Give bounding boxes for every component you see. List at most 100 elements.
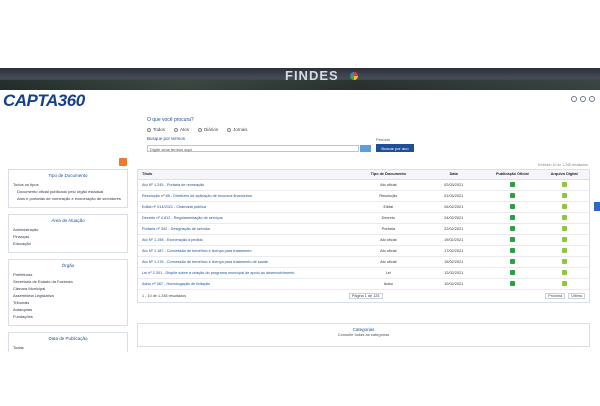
- download-icon[interactable]: [561, 215, 567, 220]
- row-title[interactable]: Lei nº 2.301 - Dispõe sobre a criação do…: [138, 267, 355, 279]
- row-title[interactable]: Resolução nº 88 - Diretrizes de aplicaçã…: [138, 190, 355, 202]
- option-journals[interactable]: Diários: [198, 127, 218, 132]
- col-title[interactable]: Título: [138, 170, 355, 180]
- user-icon[interactable]: [589, 96, 595, 102]
- row-digital: [539, 179, 589, 191]
- row-type: Decreto: [354, 212, 423, 224]
- filter-item[interactable]: Todos os tipos: [13, 182, 123, 187]
- document-link[interactable]: Ato Nº 1.245 - Portaria de nomeação: [142, 183, 204, 187]
- table-row[interactable]: Lei nº 2.301 - Dispõe sobre a criação do…: [138, 267, 589, 279]
- download-icon[interactable]: [561, 237, 567, 242]
- check-icon[interactable]: [509, 281, 515, 286]
- table-row[interactable]: Aviso nº 067 - Homologação de licitação A…: [138, 278, 589, 290]
- header-actions: [571, 96, 595, 102]
- row-date: 02/03/2021: [422, 179, 486, 191]
- filter-item[interactable]: Autarquias: [13, 307, 123, 312]
- categories-link[interactable]: Consulte todas as categorias: [138, 332, 589, 337]
- row-title[interactable]: Ato Nº 1.245 - Portaria de nomeação: [138, 179, 355, 191]
- filter-item[interactable]: Todas: [13, 345, 123, 350]
- download-icon[interactable]: [561, 270, 567, 275]
- col-date[interactable]: Data: [422, 170, 486, 180]
- filter-item[interactable]: Assembleia Legislativa: [13, 293, 123, 298]
- download-icon[interactable]: [561, 182, 567, 187]
- download-icon[interactable]: [561, 259, 567, 264]
- document-link[interactable]: Resolução nº 88 - Diretrizes de aplicaçã…: [142, 194, 252, 198]
- page-nav: Próxima Última: [545, 292, 585, 299]
- table-row[interactable]: Ato Nº 1.245 - Portaria de nomeação Ato o…: [138, 179, 589, 191]
- download-icon[interactable]: [561, 226, 567, 231]
- filter-item[interactable]: Fundações: [13, 314, 123, 319]
- filter-item[interactable]: Educação: [13, 241, 123, 246]
- filter-item[interactable]: Prefeituras: [13, 272, 123, 277]
- row-title[interactable]: Aviso nº 067 - Homologação de licitação: [138, 278, 355, 290]
- row-type: Ato oficial: [354, 256, 423, 268]
- table-row[interactable]: Ato Nº 1.176 - Concessão de benefício e …: [138, 256, 589, 268]
- table-row[interactable]: Resolução nº 88 - Diretrizes de aplicaçã…: [138, 190, 589, 202]
- filter-item[interactable]: Administração: [13, 227, 123, 232]
- check-icon[interactable]: [509, 204, 515, 209]
- document-link[interactable]: Edital nº 014/2021 - Chamada pública: [142, 205, 206, 209]
- search-input[interactable]: Digite seus termos aqui: [147, 145, 359, 152]
- filter-item[interactable]: Câmara Municipal: [13, 286, 123, 291]
- row-title[interactable]: Ato Nº 1.176 - Concessão de benefício e …: [138, 256, 355, 268]
- document-link[interactable]: Decreto nº 4.812 - Regulamentação de ser…: [142, 216, 223, 220]
- check-icon[interactable]: [509, 182, 515, 187]
- download-icon[interactable]: [561, 248, 567, 253]
- table-row[interactable]: Portaria nº 302 - Designação de servidor…: [138, 223, 589, 235]
- row-title[interactable]: Edital nº 014/2021 - Chamada pública: [138, 201, 355, 213]
- row-date: 01/03/2021: [422, 190, 486, 202]
- page-indicator: Página 1 de 125: [348, 292, 383, 299]
- table-row[interactable]: Edital nº 014/2021 - Chamada pública Edit…: [138, 201, 589, 213]
- document-link[interactable]: Lei nº 2.301 - Dispõe sobre a criação do…: [142, 271, 295, 275]
- table-row[interactable]: Decreto nº 4.812 - Regulamentação de ser…: [138, 212, 589, 224]
- document-link[interactable]: Aviso nº 067 - Homologação de licitação: [142, 282, 210, 286]
- contrast-icon[interactable]: [580, 96, 586, 102]
- header-banner: FINDES: [0, 68, 600, 90]
- document-link[interactable]: Ato Nº 1.176 - Concessão de benefício e …: [142, 260, 268, 264]
- row-title[interactable]: Ato Nº 1.187 - Concessão de benefício e …: [138, 245, 355, 257]
- row-title[interactable]: Decreto nº 4.812 - Regulamentação de ser…: [138, 212, 355, 224]
- search-button[interactable]: [360, 145, 371, 152]
- app-logo[interactable]: CAPTA360: [3, 91, 85, 111]
- accessibility-icon[interactable]: [571, 96, 577, 102]
- check-icon[interactable]: [509, 215, 515, 220]
- table-row[interactable]: Ato Nº 1.198 - Exoneração a pedido Ato of…: [138, 234, 589, 246]
- check-icon[interactable]: [509, 259, 515, 264]
- check-icon[interactable]: [509, 248, 515, 253]
- option-news[interactable]: Jornais: [227, 127, 248, 132]
- document-link[interactable]: Ato Nº 1.187 - Concessão de benefício e …: [142, 249, 251, 253]
- filter-item[interactable]: Atos e portarias de nomeação e exoneraçã…: [13, 196, 123, 201]
- filter-item[interactable]: Tribunais: [13, 300, 123, 305]
- col-type[interactable]: Tipo de Documento: [354, 170, 423, 180]
- search-by-year-button[interactable]: Buscar por ano: [376, 144, 414, 152]
- check-icon[interactable]: [509, 270, 515, 275]
- terms-label: Busque por termos: [147, 136, 186, 141]
- row-digital: [539, 267, 589, 279]
- filter-item[interactable]: Documento oficial publicado pelo órgão e…: [13, 189, 123, 194]
- download-icon[interactable]: [561, 204, 567, 209]
- panel-title: Data de Publicação: [48, 336, 88, 341]
- next-page-button[interactable]: Próxima: [545, 292, 566, 299]
- option-all[interactable]: Todos: [147, 127, 165, 132]
- document-link[interactable]: Ato Nº 1.198 - Exoneração a pedido: [142, 238, 203, 242]
- period-label: Período: [376, 137, 391, 142]
- document-link[interactable]: Portaria nº 302 - Designação de servidor: [142, 227, 211, 231]
- radio-icon: [174, 127, 179, 132]
- last-page-button[interactable]: Última: [568, 292, 585, 299]
- download-icon[interactable]: [561, 281, 567, 286]
- side-feedback-tab[interactable]: [594, 202, 600, 211]
- page-select[interactable]: Página 1 de 125: [348, 292, 383, 299]
- table-row[interactable]: Ato Nº 1.187 - Concessão de benefício e …: [138, 245, 589, 257]
- filter-item[interactable]: Secretaria de Estado da Fazenda: [13, 279, 123, 284]
- row-date: 12/02/2021: [422, 267, 486, 279]
- filter-toggle-button[interactable]: [119, 158, 127, 166]
- row-title[interactable]: Ato Nº 1.198 - Exoneração a pedido: [138, 234, 355, 246]
- download-icon[interactable]: [561, 193, 567, 198]
- option-acts[interactable]: Atos: [174, 127, 189, 132]
- row-type: Aviso: [354, 278, 423, 290]
- filter-item[interactable]: Finanças: [13, 234, 123, 239]
- check-icon[interactable]: [509, 237, 515, 242]
- check-icon[interactable]: [509, 226, 515, 231]
- check-icon[interactable]: [509, 193, 515, 198]
- row-title[interactable]: Portaria nº 302 - Designação de servidor: [138, 223, 355, 235]
